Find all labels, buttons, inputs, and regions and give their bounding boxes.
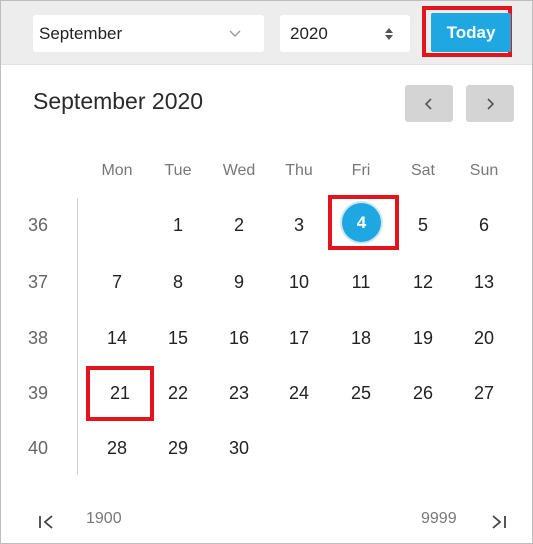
- day-cell[interactable]: 29: [148, 438, 208, 459]
- day-cell[interactable]: 18: [331, 328, 391, 349]
- next-month-button[interactable]: [466, 85, 514, 122]
- last-page-icon: [492, 515, 506, 529]
- day-cell[interactable]: 1: [148, 215, 208, 236]
- day-cell[interactable]: 10: [269, 272, 329, 293]
- day-cell[interactable]: 25: [331, 383, 391, 404]
- day-cell[interactable]: 3: [269, 215, 329, 236]
- weekday-header: Sat: [410, 162, 435, 179]
- first-page-icon: [39, 515, 53, 529]
- day-cell[interactable]: 19: [393, 328, 453, 349]
- selected-day-cell[interactable]: 4: [342, 203, 381, 242]
- day-cell[interactable]: 30: [209, 438, 269, 459]
- day-cell[interactable]: 8: [148, 272, 208, 293]
- month-select[interactable]: September: [33, 15, 264, 52]
- day-cell[interactable]: 16: [209, 328, 269, 349]
- week-number: 36: [28, 215, 49, 235]
- max-year-label: 9999: [421, 510, 457, 527]
- day-cell[interactable]: 23: [209, 383, 269, 404]
- today-day-cell[interactable]: 21: [90, 383, 150, 404]
- month-title: September 2020: [33, 88, 204, 114]
- weekday-header: Sun: [469, 162, 499, 179]
- day-cell[interactable]: 24: [269, 383, 329, 404]
- day-cell[interactable]: 15: [148, 328, 208, 349]
- week-number-divider: [77, 198, 78, 475]
- day-cell[interactable]: 14: [87, 328, 147, 349]
- spinner-arrows-icon[interactable]: [384, 26, 394, 42]
- day-cell[interactable]: 7: [87, 272, 147, 293]
- chevron-right-icon: [487, 97, 495, 110]
- day-cell[interactable]: 20: [454, 328, 514, 349]
- year-input-value: 2020: [290, 23, 328, 43]
- prev-month-button[interactable]: [405, 85, 453, 122]
- today-button[interactable]: Today: [431, 13, 511, 52]
- chevron-down-icon: [229, 30, 241, 37]
- weekday-header: Fri: [351, 162, 371, 179]
- weekday-header: Wed: [222, 162, 256, 179]
- last-year-button[interactable]: [486, 510, 510, 534]
- min-year-label: 1900: [86, 510, 122, 527]
- day-cell[interactable]: 13: [454, 272, 514, 293]
- weekday-header: Tue: [164, 162, 192, 179]
- day-cell[interactable]: 9: [209, 272, 269, 293]
- week-number: 39: [28, 383, 49, 403]
- day-cell[interactable]: 22: [148, 383, 208, 404]
- week-number: 40: [28, 438, 49, 458]
- day-cell[interactable]: 27: [454, 383, 514, 404]
- weekday-header: Mon: [101, 162, 133, 179]
- day-cell[interactable]: 5: [393, 215, 453, 236]
- week-number: 37: [28, 272, 49, 292]
- day-cell[interactable]: 12: [393, 272, 453, 293]
- first-year-button[interactable]: [35, 510, 59, 534]
- day-cell[interactable]: 6: [454, 215, 514, 236]
- day-cell[interactable]: 2: [209, 215, 269, 236]
- day-cell[interactable]: 11: [331, 272, 391, 293]
- weekday-header: Thu: [285, 162, 313, 179]
- week-number: 38: [28, 328, 49, 348]
- year-input[interactable]: 2020: [280, 15, 410, 52]
- day-cell[interactable]: 26: [393, 383, 453, 404]
- month-select-value: September: [39, 23, 123, 43]
- day-cell[interactable]: 17: [269, 328, 329, 349]
- day-cell[interactable]: 28: [87, 438, 147, 459]
- chevron-left-icon: [424, 97, 432, 110]
